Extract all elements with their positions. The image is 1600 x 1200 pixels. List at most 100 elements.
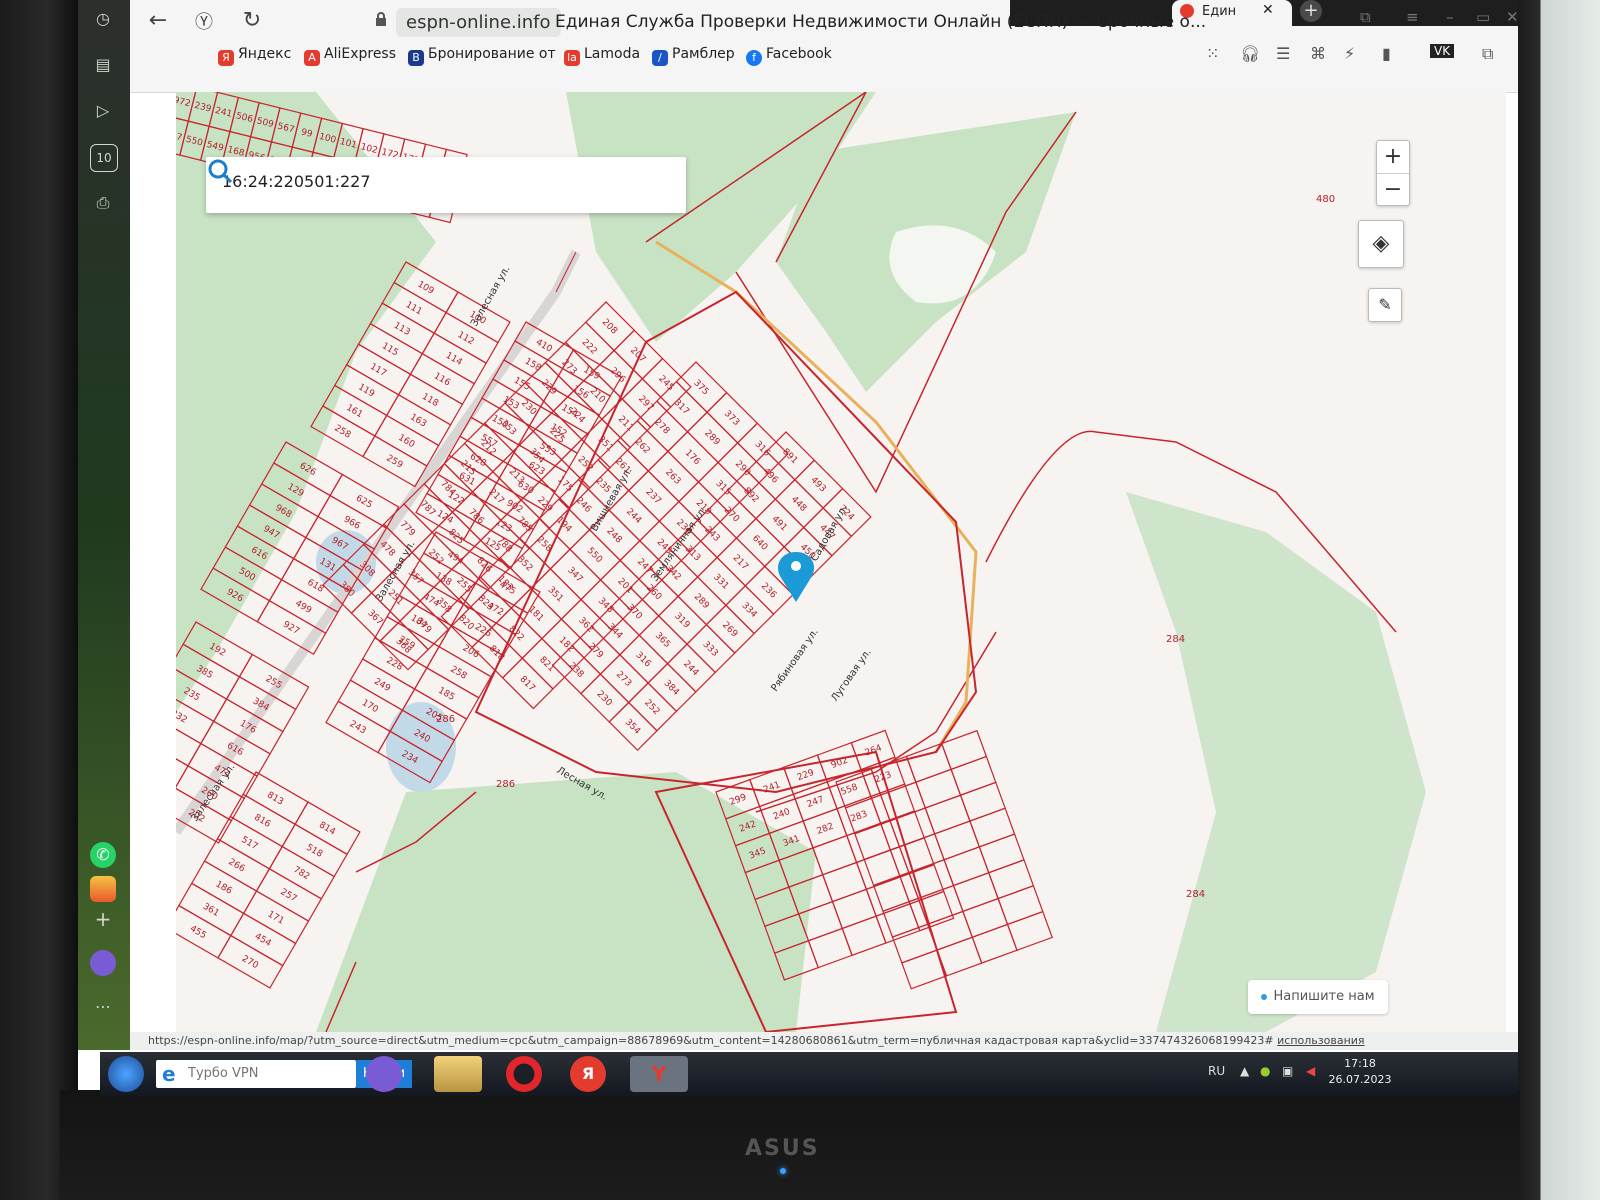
- parcel-number: 313: [683, 544, 702, 563]
- reader-icon[interactable]: ☰: [1276, 44, 1290, 63]
- parcel[interactable]: [987, 859, 1035, 900]
- language-indicator[interactable]: RU: [1208, 1064, 1225, 1078]
- extensions-icon[interactable]: ⧉: [1482, 44, 1493, 64]
- file-explorer-icon[interactable]: [434, 1056, 482, 1092]
- aliexpress-icon: A: [304, 50, 320, 66]
- parcel-number: 270: [240, 954, 260, 971]
- zoom-in-button[interactable]: +: [1377, 141, 1409, 174]
- edge-icon: e: [162, 1062, 176, 1086]
- translate-icon[interactable]: ⌘: [1310, 44, 1326, 63]
- menu-icon[interactable]: ≡: [1406, 8, 1419, 26]
- parcel-number: 558: [840, 782, 860, 797]
- parcel[interactable]: [812, 834, 858, 876]
- status-link[interactable]: использования: [1277, 1034, 1364, 1047]
- parcel[interactable]: [959, 781, 1006, 822]
- yandex-browser-icon[interactable]: Y: [630, 1056, 688, 1092]
- parcel[interactable]: [940, 729, 988, 771]
- mail-icon[interactable]: [90, 876, 116, 902]
- parcel-number: 297: [636, 394, 655, 413]
- big-parcel-label: 480: [1316, 194, 1335, 205]
- parcel-number: 273: [614, 670, 633, 689]
- chat-button[interactable]: Напишите нам: [1248, 980, 1388, 1014]
- collections-icon[interactable]: ▤: [90, 52, 116, 78]
- screenshot-icon[interactable]: ⎙: [90, 190, 116, 216]
- facebook-icon: f: [746, 50, 762, 66]
- back-button[interactable]: ←: [144, 8, 172, 33]
- settlement-boundary: [474, 290, 978, 794]
- parcel[interactable]: [997, 884, 1044, 926]
- apps-icon[interactable]: ⁙: [1206, 44, 1219, 63]
- history-icon[interactable]: ◷: [90, 6, 116, 32]
- parcel[interactable]: [909, 890, 955, 932]
- parcel[interactable]: [1006, 910, 1053, 952]
- tray-app-icon[interactable]: ●: [1260, 1064, 1270, 1078]
- parcel-number: 175: [555, 475, 574, 494]
- parcel-number: 334: [739, 601, 758, 620]
- taskbar-clock[interactable]: 17:18 26.07.2023: [1320, 1056, 1400, 1088]
- parcel[interactable]: [899, 863, 945, 905]
- volume-icon[interactable]: ◀: [1306, 1064, 1315, 1078]
- zoom-out-button[interactable]: −: [1377, 174, 1409, 205]
- close-window-icon[interactable]: ✕: [1506, 8, 1518, 26]
- adblock-icon[interactable]: ⚡: [1344, 44, 1355, 63]
- parcel-number: 282: [816, 822, 836, 837]
- parcel-number: 235: [182, 686, 202, 703]
- reload-button[interactable]: ↻: [238, 8, 266, 33]
- ruler-icon[interactable]: ✎: [1368, 288, 1402, 322]
- vk-icon[interactable]: VK: [1430, 44, 1455, 58]
- bookmark-icon[interactable]: ▮: [1382, 44, 1391, 63]
- parcel-number: 266: [227, 857, 247, 874]
- whatsapp-icon[interactable]: ✆: [90, 842, 116, 868]
- parcel-number: 229: [796, 768, 816, 783]
- parcel[interactable]: [978, 833, 1025, 874]
- minimize-icon[interactable]: –: [1446, 8, 1454, 26]
- yandex-home-icon[interactable]: Ⓨ: [190, 8, 218, 34]
- parcel-number: 138: [433, 571, 453, 588]
- parcel-number: 813: [265, 790, 285, 807]
- add-panel-icon[interactable]: +: [90, 906, 116, 932]
- parcel-number: 111: [404, 300, 424, 317]
- start-button[interactable]: [108, 1056, 144, 1092]
- street-label: Вишневая ул.: [589, 466, 634, 534]
- alice-taskbar-icon[interactable]: [366, 1056, 402, 1092]
- parcel[interactable]: [950, 755, 997, 796]
- more-icon[interactable]: ⋯: [90, 994, 116, 1020]
- video-icon[interactable]: ▷: [90, 98, 116, 124]
- bookmark-booking[interactable]: B Бронирование от: [408, 46, 556, 66]
- parcel[interactable]: [821, 861, 868, 903]
- search-icon[interactable]: [206, 157, 234, 185]
- map-canvas[interactable]: 9722392415065095679910010110217217117354…: [176, 92, 1506, 1032]
- parcel[interactable]: [969, 807, 1016, 848]
- parcel-number: 112: [456, 330, 476, 347]
- headphones-icon[interactable]: 🎧︎: [1240, 44, 1260, 63]
- network-icon[interactable]: ▣: [1282, 1064, 1293, 1078]
- location-marker-icon[interactable]: [777, 552, 815, 602]
- parcel[interactable]: [176, 732, 189, 789]
- parcel[interactable]: [807, 927, 853, 969]
- parcel-number: 194: [554, 515, 573, 534]
- parcel[interactable]: [841, 915, 887, 957]
- tabs-icon[interactable]: ⧉: [1360, 8, 1371, 26]
- restore-icon[interactable]: ▭: [1476, 8, 1490, 26]
- address-bar[interactable]: espn-online.info: [396, 8, 561, 37]
- vpn-search-input[interactable]: [186, 1065, 350, 1082]
- cadastral-map[interactable]: 9722392415065095679910010110217217117354…: [176, 92, 1506, 1032]
- tab-close-icon[interactable]: ✕: [1262, 2, 1274, 18]
- parcel-number: 491: [769, 514, 788, 533]
- opera-icon[interactable]: [506, 1056, 542, 1092]
- layers-icon[interactable]: ◈: [1358, 220, 1404, 268]
- bookmark-yandex[interactable]: Я Яндекс: [218, 46, 291, 66]
- yandex-taskbar-icon[interactable]: Я: [570, 1056, 606, 1092]
- parcel-number: 273: [559, 358, 578, 377]
- cadastral-search-input[interactable]: [220, 171, 624, 192]
- bookmark-facebook[interactable]: f Facebook: [746, 46, 832, 66]
- bookmark-lamoda[interactable]: la Lamoda: [564, 46, 640, 66]
- zalesnaya-edge: [555, 251, 577, 293]
- bookmark-aliexpress[interactable]: A AliExpress: [304, 46, 396, 66]
- badge-icon[interactable]: 10: [90, 144, 118, 172]
- bookmark-rambler[interactable]: / Рамблер: [652, 46, 735, 66]
- alice-icon[interactable]: [90, 950, 116, 976]
- new-tab-button[interactable]: +: [1300, 0, 1322, 22]
- parcel[interactable]: [831, 888, 877, 930]
- tray-expand-icon[interactable]: ▲: [1240, 1064, 1249, 1078]
